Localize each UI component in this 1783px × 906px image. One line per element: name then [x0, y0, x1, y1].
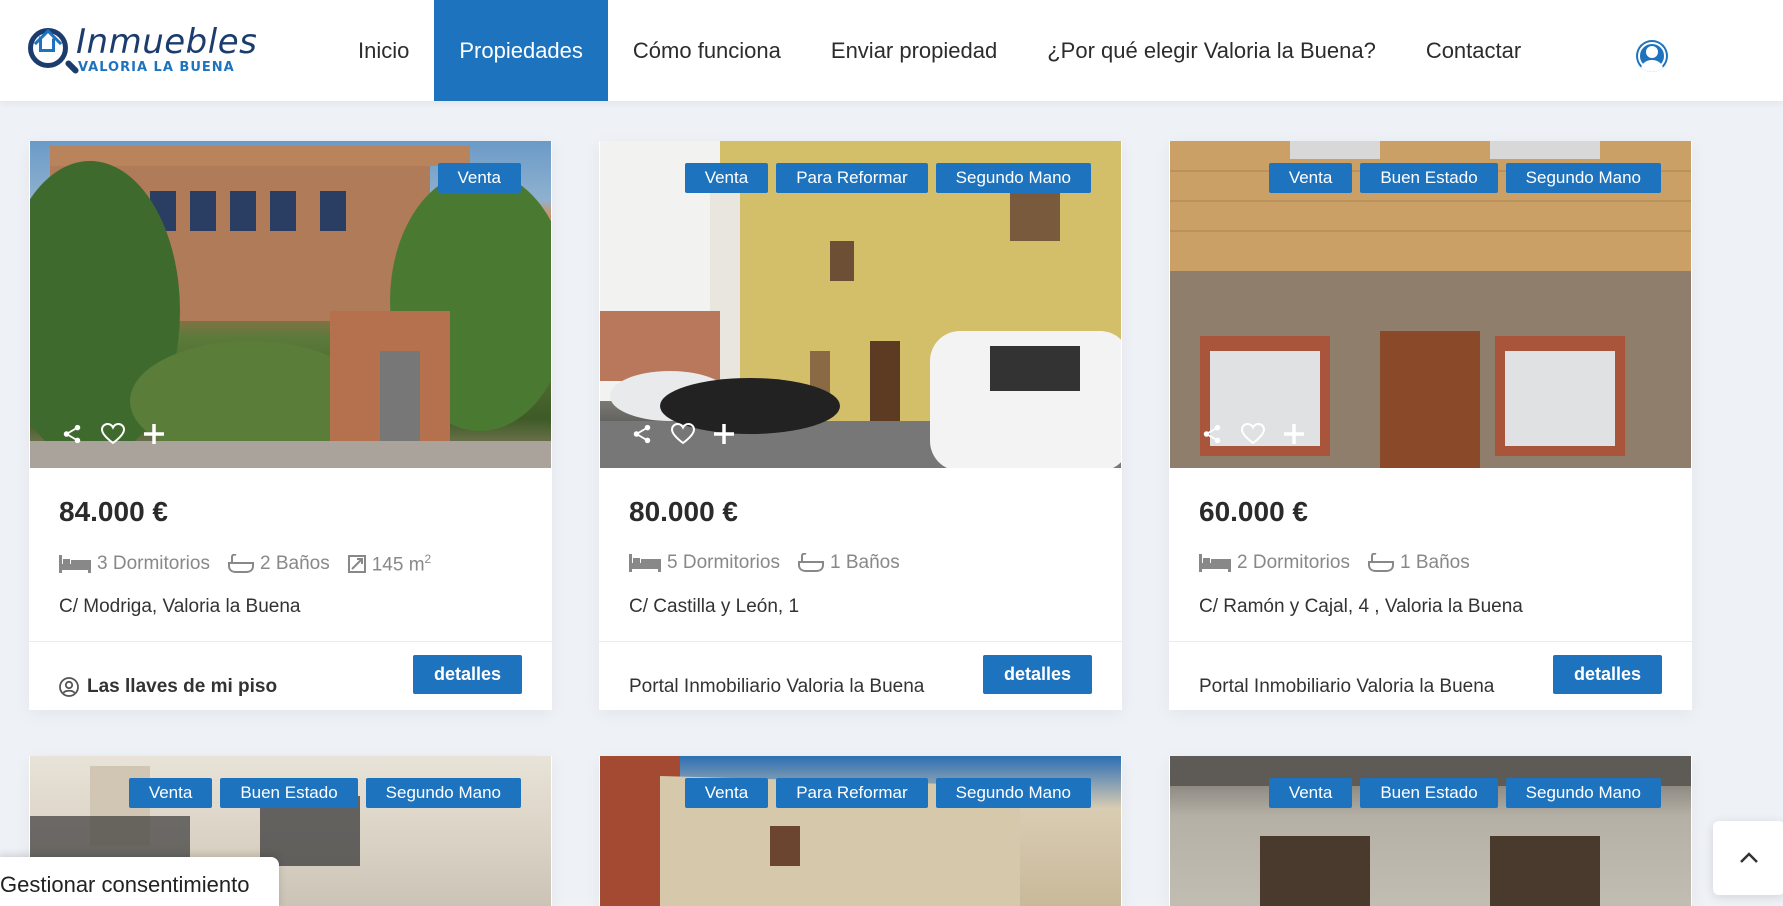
property-price: 84.000 € [59, 496, 168, 527]
property-image[interactable]: Venta Buen Estado Segundo Mano [1170, 141, 1691, 468]
property-card: Venta Buen Estado Segundo Mano [1169, 756, 1692, 906]
agent-name[interactable]: Portal Inmobiliario Valoria la Buena [629, 676, 924, 698]
badge-venta: Venta [1268, 778, 1353, 808]
bedrooms-count: 5 Dormitorios [667, 552, 780, 573]
area-value: 145 m2 [371, 552, 432, 576]
nav-por-que-elegir[interactable]: ¿Por qué elegir Valoria la Buena? [1022, 0, 1401, 101]
badge-buen-estado: Buen Estado [220, 778, 358, 808]
property-features: 3 Dormitorios 2 Baños 145 m2 [59, 552, 431, 576]
property-price: 60.000 € [1199, 496, 1308, 527]
property-image[interactable]: Venta [30, 141, 551, 468]
share-icon[interactable] [60, 422, 84, 446]
badge-buen-estado: Buen Estado [1360, 163, 1498, 193]
house-logo-icon [39, 36, 55, 52]
property-card: Venta Para Reformar Segundo Mano [599, 756, 1122, 906]
property-address: C/ Castilla y León, 1 [629, 596, 800, 617]
agent-name[interactable]: Portal Inmobiliario Valoria la Buena [1199, 676, 1494, 698]
property-features: 2 Dormitorios 1 Baños [1199, 552, 1470, 574]
scroll-to-top-button[interactable] [1713, 821, 1783, 895]
badge-segundo-mano: Segundo Mano [1505, 163, 1661, 193]
details-button[interactable]: detalles [983, 655, 1092, 694]
bath-icon [1367, 553, 1394, 572]
bedrooms-count: 2 Dormitorios [1237, 552, 1350, 573]
heart-icon[interactable] [1241, 422, 1265, 446]
badge-venta: Venta [437, 163, 521, 193]
plus-icon[interactable] [1282, 422, 1306, 446]
bedrooms-count: 3 Dormitorios [97, 553, 210, 575]
details-button[interactable]: detalles [413, 655, 522, 694]
property-card: Venta Buen Estado Segundo Mano 60.000 € … [1169, 141, 1692, 710]
bath-icon [227, 554, 254, 574]
main-nav: Inicio Propiedades Cómo funciona Enviar … [333, 0, 1546, 101]
badge-segundo-mano: Segundo Mano [365, 778, 521, 808]
badge-venta: Venta [1268, 163, 1353, 193]
site-header: Inmuebles VALORIA LA BUENA Inicio Propie… [0, 0, 1783, 101]
property-features: 5 Dormitorios 1 Baños [629, 552, 900, 574]
property-card: Venta Para Reformar Segundo Mano 80.000 … [599, 141, 1122, 710]
badge-para-reformar: Para Reformar [776, 163, 928, 193]
badge-segundo-mano: Segundo Mano [935, 778, 1091, 808]
bath-icon [797, 553, 824, 572]
agent-name[interactable]: Las llaves de mi piso [59, 676, 277, 698]
badge-venta: Venta [684, 163, 769, 193]
badge-segundo-mano: Segundo Mano [1505, 778, 1661, 808]
badge-buen-estado: Buen Estado [1360, 778, 1498, 808]
badge-para-reformar: Para Reformar [776, 778, 928, 808]
share-icon[interactable] [1200, 422, 1224, 446]
consent-button[interactable]: Gestionar consentimiento [0, 857, 279, 906]
share-icon[interactable] [630, 422, 654, 446]
plus-icon[interactable] [712, 422, 736, 446]
badge-segundo-mano: Segundo Mano [935, 163, 1091, 193]
plus-icon[interactable] [142, 422, 166, 446]
nav-inicio[interactable]: Inicio [333, 0, 434, 101]
heart-icon[interactable] [101, 422, 125, 446]
baths-count: 1 Baños [829, 552, 900, 573]
user-circle-icon [59, 677, 79, 697]
baths-count: 2 Baños [259, 553, 330, 575]
nav-propiedades[interactable]: Propiedades [434, 0, 608, 101]
property-card: Venta 84.000 € 3 Dormitorios 2 Baños 145… [29, 141, 552, 710]
property-image[interactable]: Venta Para Reformar Segundo Mano [600, 141, 1121, 468]
property-address: C/ Ramón y Cajal, 4 , Valoria la Buena [1199, 596, 1523, 617]
property-image[interactable]: Venta Buen Estado Segundo Mano [1170, 756, 1691, 906]
area-icon [347, 555, 366, 574]
chevron-up-icon [1740, 852, 1758, 863]
property-address: C/ Modriga, Valoria la Buena [59, 596, 301, 617]
site-logo[interactable]: Inmuebles VALORIA LA BUENA [26, 22, 266, 78]
details-button[interactable]: detalles [1553, 655, 1662, 694]
baths-count: 1 Baños [1399, 552, 1470, 573]
badge-venta: Venta [684, 778, 769, 808]
user-account-icon[interactable] [1636, 40, 1668, 72]
badge-venta: Venta [128, 778, 213, 808]
nav-enviar-propiedad[interactable]: Enviar propiedad [806, 0, 1022, 101]
property-image[interactable]: Venta Para Reformar Segundo Mano [600, 756, 1121, 906]
nav-contactar[interactable]: Contactar [1401, 0, 1546, 101]
property-price: 80.000 € [629, 496, 738, 527]
heart-icon[interactable] [671, 422, 695, 446]
bed-icon [1199, 554, 1231, 572]
bed-icon [629, 554, 661, 572]
bed-icon [59, 555, 91, 574]
nav-como-funciona[interactable]: Cómo funciona [608, 0, 806, 101]
logo-subtitle: VALORIA LA BUENA [78, 60, 235, 75]
logo-brand: Inmuebles [76, 22, 258, 62]
